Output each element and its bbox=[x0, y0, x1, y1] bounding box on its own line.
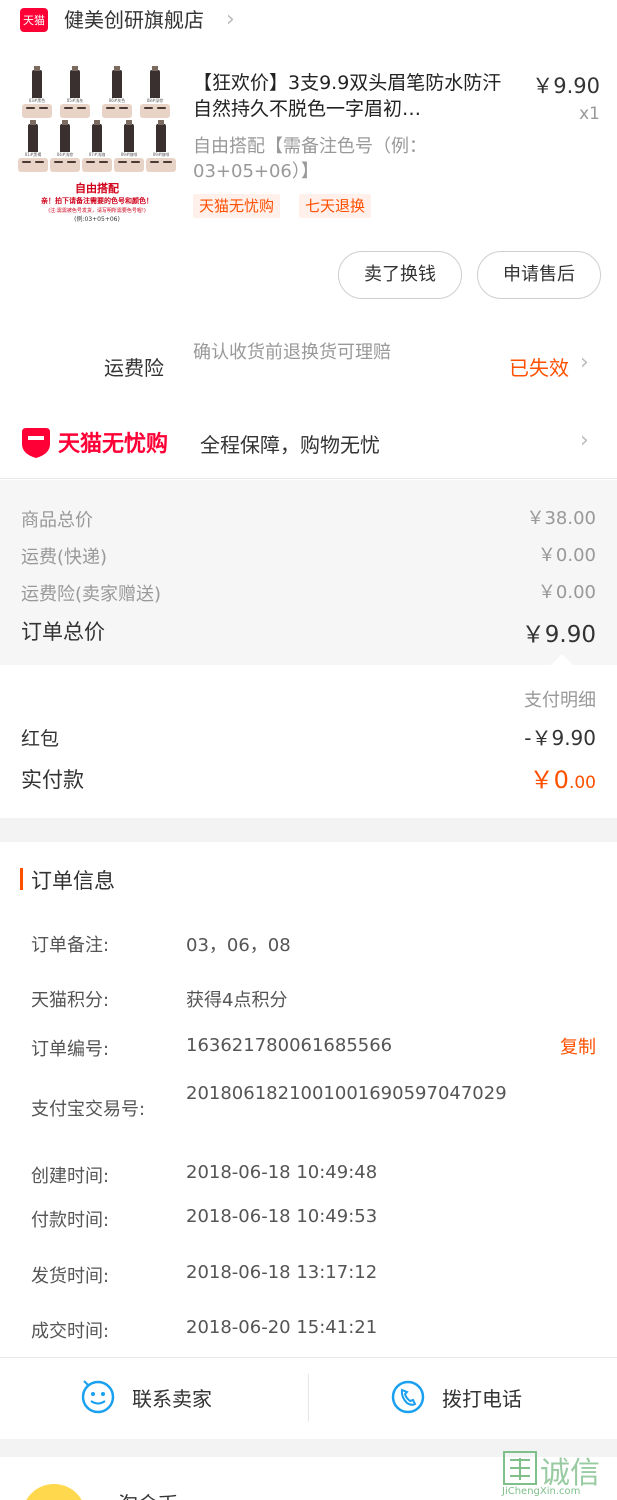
section-gap bbox=[0, 818, 617, 842]
guarantee-text[interactable]: 全程保障，购物无忧 bbox=[200, 429, 380, 458]
product-shade-swatch: 09#咖啡 bbox=[114, 120, 144, 178]
tag-seven-day-return: 七天退换 bbox=[299, 194, 372, 218]
alipay-trade-label: 支付宝交易号: bbox=[31, 1099, 146, 1120]
red-packet-label: 红包 bbox=[21, 728, 60, 750]
call-button[interactable]: 拨打电话 bbox=[390, 1371, 522, 1423]
product-shade-swatch: 01#黑褐 bbox=[18, 120, 48, 178]
insurance-description: 确认收货前退换货可理赔 bbox=[193, 342, 391, 363]
taojinbi-title[interactable]: 淘金币 bbox=[118, 1488, 178, 1500]
paid-time-value: 2018-06-18 10:49:53 bbox=[186, 1206, 378, 1227]
summary-value-goods: ￥38.00 bbox=[526, 508, 596, 529]
product-shade-swatch: 04#浅棕 bbox=[50, 120, 80, 178]
contact-seller-button[interactable]: 联系卖家 bbox=[80, 1371, 212, 1423]
product-promo-example: (例:03+05+06) bbox=[74, 216, 120, 223]
product-shade-swatch: 07#浅咖 bbox=[82, 120, 112, 178]
product-price: ￥9.90 bbox=[532, 74, 600, 98]
paid-label: 实付款 bbox=[21, 768, 84, 792]
order-total-label: 订单总价 bbox=[21, 620, 105, 644]
payment-detail-link[interactable]: 支付明细 bbox=[524, 686, 596, 712]
product-sku: 自由搭配【需备注色号（例：03+05+06）】 bbox=[193, 136, 427, 182]
order-number-value: 163621780061685566 bbox=[186, 1035, 393, 1056]
watermark-subtext: JiChengXin.com bbox=[502, 1486, 581, 1497]
insurance-status[interactable]: 已失效 bbox=[509, 352, 569, 381]
product-promo-title: 自由搭配 bbox=[75, 182, 119, 195]
product-quantity: x1 bbox=[579, 104, 600, 124]
contact-seller-label: 联系卖家 bbox=[132, 1386, 212, 1411]
deal-time-label: 成交时间: bbox=[31, 1321, 110, 1342]
svg-text:天猫无忧购: 天猫无忧购 bbox=[58, 431, 168, 457]
store-name[interactable]: 健美创研旗舰店 bbox=[64, 6, 204, 34]
chevron-right-icon: › bbox=[580, 428, 589, 453]
call-label: 拨打电话 bbox=[442, 1386, 522, 1411]
tmall-logo-icon: 天猫 bbox=[20, 8, 48, 32]
created-time-label: 创建时间: bbox=[31, 1166, 110, 1187]
tmall-points-label: 天猫积分: bbox=[31, 990, 110, 1011]
product-promo-note: (注:需需被色号发货，请写明所需要色号喔!) bbox=[48, 208, 146, 214]
watermark: 诚信 JiChengXin.com bbox=[500, 1448, 616, 1498]
phone-icon bbox=[391, 1380, 425, 1414]
summary-value-shipping: ￥0.00 bbox=[537, 545, 596, 566]
product-promo-text: 亲！拍下请备注需要的色号和颜色！ bbox=[41, 197, 153, 205]
order-total-value: ￥9.90 bbox=[521, 622, 596, 648]
divider bbox=[308, 1374, 309, 1422]
deal-time-value: 2018-06-20 15:41:21 bbox=[186, 1317, 378, 1338]
section-accent-bar bbox=[20, 868, 23, 890]
divider bbox=[0, 478, 617, 479]
after-sale-button[interactable]: 申请售后 bbox=[477, 251, 601, 299]
summary-value-insurance: ￥0.00 bbox=[537, 582, 596, 603]
insurance-label: 运费险 bbox=[104, 356, 164, 380]
chevron-right-icon: › bbox=[580, 350, 589, 375]
order-info-title: 订单信息 bbox=[31, 869, 115, 893]
summary-label-goods: 商品总价 bbox=[21, 510, 93, 531]
product-shade-swatch: 05#浅灰 bbox=[60, 66, 90, 124]
paid-value: ￥0.00 bbox=[529, 766, 596, 794]
created-time-value: 2018-06-18 10:49:48 bbox=[186, 1162, 378, 1183]
product-title[interactable]: 【狂欢价】3支9.9双头眉笔防水防汗自然持久不脱色一字眉初… bbox=[193, 70, 515, 122]
tmall-points-value: 获得4点积分 bbox=[186, 990, 288, 1011]
chevron-right-icon: › bbox=[226, 7, 235, 32]
product-shade-swatch: 08#深棕 bbox=[140, 66, 170, 124]
summary-label-shipping: 运费(快递) bbox=[21, 547, 108, 568]
tmall-worry-free-logo: 天猫无忧购 bbox=[22, 428, 168, 458]
shipped-time-label: 发货时间: bbox=[31, 1266, 110, 1287]
taojinbi-avatar bbox=[22, 1484, 86, 1500]
product-shade-swatch: 03#黑色 bbox=[22, 66, 52, 124]
product-shade-swatch: 09#咖啡 bbox=[146, 120, 176, 178]
order-number-label: 订单编号: bbox=[31, 1039, 110, 1060]
product-image[interactable]: 03#黑色 05#浅灰 06#灰色 08#深棕 01#黑褐 04#浅棕 07#浅… bbox=[18, 66, 176, 228]
copy-button[interactable]: 复制 bbox=[560, 1033, 596, 1059]
sell-button[interactable]: 卖了换钱 bbox=[338, 251, 462, 299]
red-packet-value: -￥9.90 bbox=[524, 726, 596, 750]
summary-label-insurance: 运费险(卖家赠送) bbox=[21, 584, 162, 605]
chat-face-icon bbox=[81, 1380, 115, 1414]
alipay-trade-value: 20180618210010016905970470​29 bbox=[186, 1083, 507, 1104]
paid-time-label: 付款时间: bbox=[31, 1210, 110, 1231]
order-note-value: 03，06，08 bbox=[186, 935, 291, 956]
store-header[interactable]: 天猫 健美创研旗舰店 › bbox=[0, 0, 617, 42]
shipped-time-value: 2018-06-18 13:17:12 bbox=[186, 1262, 378, 1283]
product-shade-swatch: 06#灰色 bbox=[102, 66, 132, 124]
caret-up-icon bbox=[551, 654, 573, 665]
tag-worry-free: 天猫无忧购 bbox=[193, 194, 281, 218]
watermark-seal-icon bbox=[503, 1451, 537, 1485]
order-note-label: 订单备注: bbox=[31, 935, 110, 956]
